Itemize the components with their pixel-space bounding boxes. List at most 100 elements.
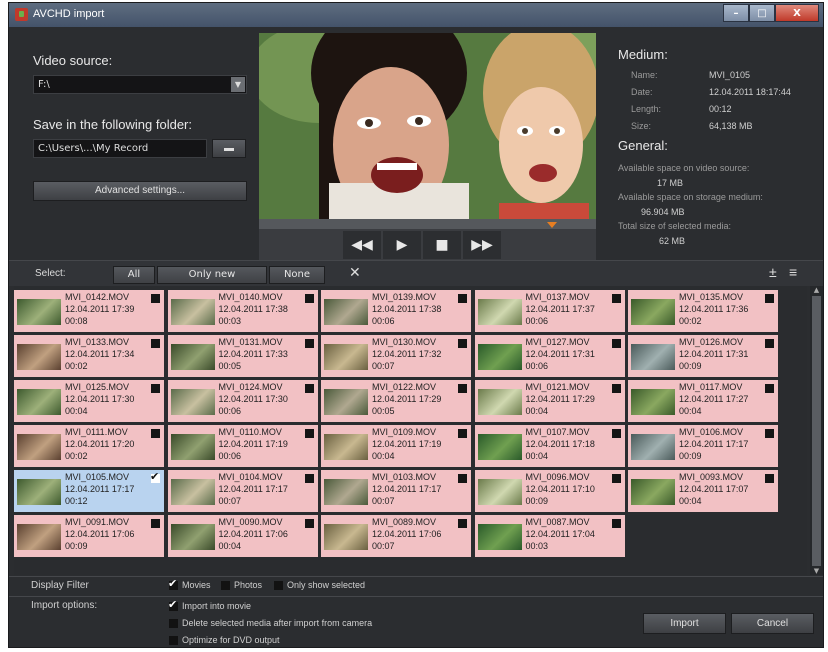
- forward-button[interactable]: ▶▶: [463, 231, 501, 259]
- clip-checkbox[interactable]: [611, 384, 621, 393]
- clip-card[interactable]: MVI_0103.MOV 12.04.2011 17:17 00:07: [321, 470, 471, 512]
- clip-checkbox[interactable]: [458, 519, 467, 528]
- play-button[interactable]: ▶: [383, 231, 421, 259]
- clip-checkbox[interactable]: [304, 384, 314, 393]
- stop-button[interactable]: ■: [423, 231, 461, 259]
- clip-card[interactable]: MVI_0137.MOV 12.04.2011 17:37 00:06: [474, 290, 625, 332]
- video-preview[interactable]: [259, 33, 596, 219]
- clip-checkbox[interactable]: [765, 429, 774, 438]
- scroll-thumb[interactable]: [812, 296, 821, 566]
- clip-checkbox[interactable]: [151, 384, 160, 393]
- checkbox-icon: [221, 581, 230, 591]
- clip-card[interactable]: MVI_0126.MOV 12.04.2011 17:31 00:09: [628, 335, 778, 377]
- clip-checkbox[interactable]: [765, 339, 774, 348]
- save-folder-field[interactable]: C:\Users\...\My Record: [33, 139, 207, 158]
- clip-checkbox[interactable]: [611, 429, 621, 438]
- clip-checkbox[interactable]: [304, 474, 314, 483]
- clip-card[interactable]: MVI_0117.MOV 12.04.2011 17:27 00:04: [628, 380, 778, 422]
- clip-card[interactable]: MVI_0087.MOV 12.04.2011 17:04 00:03: [474, 515, 625, 557]
- clip-date: 12.04.2011 17:18: [525, 439, 595, 449]
- clip-checkbox[interactable]: [765, 384, 774, 393]
- clip-card[interactable]: MVI_0142.MOV 12.04.2011 17:39 00:08: [14, 290, 164, 332]
- clip-card[interactable]: MVI_0139.MOV 12.04.2011 17:38 00:06: [321, 290, 471, 332]
- timeline-bar[interactable]: [259, 219, 596, 229]
- filter-movies-checkbox[interactable]: Movies: [168, 577, 211, 591]
- clip-checkbox[interactable]: [458, 384, 467, 393]
- clip-card[interactable]: MVI_0124.MOV 12.04.2011 17:30 00:06: [167, 380, 318, 422]
- cancel-button[interactable]: Cancel: [731, 613, 814, 634]
- clip-card[interactable]: MVI_0110.MOV 12.04.2011 17:19 00:06: [167, 425, 318, 467]
- advanced-settings-button[interactable]: Advanced settings...: [33, 181, 247, 201]
- add-remove-icon[interactable]: ±: [769, 264, 777, 280]
- clip-duration: 00:09: [65, 541, 88, 551]
- scroll-up-icon[interactable]: ▲: [812, 286, 821, 294]
- clip-checkbox[interactable]: [765, 294, 774, 303]
- clip-card[interactable]: MVI_0127.MOV 12.04.2011 17:31 00:06: [474, 335, 625, 377]
- close-button[interactable]: X: [775, 4, 819, 22]
- clip-checkbox[interactable]: [458, 474, 467, 483]
- filter-photos-checkbox[interactable]: Photos: [221, 580, 262, 591]
- playhead-marker[interactable]: [547, 222, 558, 228]
- clip-date: 12.04.2011 17:38: [218, 304, 288, 314]
- rewind-button[interactable]: ◀◀: [343, 231, 381, 259]
- clip-checkbox[interactable]: [611, 339, 621, 348]
- import-button[interactable]: Import: [643, 613, 726, 634]
- clip-card[interactable]: MVI_0122.MOV 12.04.2011 17:29 00:05: [321, 380, 471, 422]
- clip-checkbox[interactable]: [151, 519, 160, 528]
- clip-checkbox[interactable]: [611, 474, 621, 483]
- clip-card[interactable]: MVI_0091.MOV 12.04.2011 17:06 00:09: [14, 515, 164, 557]
- clip-card[interactable]: MVI_0140.MOV 12.04.2011 17:38 00:03: [167, 290, 318, 332]
- clip-checkbox[interactable]: [151, 294, 160, 303]
- clip-thumbnail: [17, 299, 61, 325]
- clip-card[interactable]: MVI_0135.MOV 12.04.2011 17:36 00:02: [628, 290, 778, 332]
- clip-card[interactable]: MVI_0121.MOV 12.04.2011 17:29 00:04: [474, 380, 625, 422]
- clip-card[interactable]: MVI_0130.MOV 12.04.2011 17:32 00:07: [321, 335, 471, 377]
- clip-checkbox[interactable]: [304, 519, 314, 528]
- filter-only-selected-checkbox[interactable]: Only show selected: [274, 580, 365, 591]
- import-into-movie-checkbox[interactable]: Import into movie: [168, 598, 251, 612]
- clip-card[interactable]: MVI_0089.MOV 12.04.2011 17:06 00:07: [321, 515, 471, 557]
- clip-card[interactable]: MVI_0131.MOV 12.04.2011 17:33 00:05: [167, 335, 318, 377]
- clip-card[interactable]: MVI_0093.MOV 12.04.2011 17:07 00:04: [628, 470, 778, 512]
- clip-checkbox[interactable]: [304, 294, 314, 303]
- select-all-button[interactable]: All: [113, 266, 155, 284]
- clip-card[interactable]: MVI_0090.MOV 12.04.2011 17:06 00:04: [167, 515, 318, 557]
- clip-checkbox[interactable]: [304, 339, 314, 348]
- clear-selection-icon[interactable]: ✕: [349, 264, 361, 281]
- clip-card[interactable]: MVI_0107.MOV 12.04.2011 17:18 00:04: [474, 425, 625, 467]
- delete-after-import-checkbox[interactable]: Delete selected media after import from …: [169, 618, 372, 629]
- clip-card[interactable]: MVI_0096.MOV 12.04.2011 17:10 00:09: [474, 470, 625, 512]
- clip-card[interactable]: MVI_0111.MOV 12.04.2011 17:20 00:02: [14, 425, 164, 467]
- clip-checkbox[interactable]: [458, 294, 467, 303]
- clip-card[interactable]: MVI_0133.MOV 12.04.2011 17:34 00:02: [14, 335, 164, 377]
- clip-checkbox[interactable]: [611, 294, 621, 303]
- scroll-down-icon[interactable]: ▼: [812, 567, 821, 575]
- clip-card[interactable]: MVI_0109.MOV 12.04.2011 17:19 00:04: [321, 425, 471, 467]
- clip-checkbox[interactable]: [304, 429, 314, 438]
- clip-checkbox[interactable]: [151, 429, 160, 438]
- vertical-scrollbar[interactable]: ▲ ▼: [810, 286, 823, 575]
- browse-folder-button[interactable]: ▬: [212, 139, 246, 158]
- select-only-new-button[interactable]: Only new: [157, 266, 267, 284]
- clip-card[interactable]: MVI_0105.MOV 12.04.2011 17:17 00:12: [14, 470, 164, 512]
- total-selected-value: 62 MB: [659, 236, 686, 246]
- video-source-dropdown[interactable]: F:\ ▼: [33, 75, 247, 94]
- minimize-button[interactable]: –: [723, 4, 749, 22]
- clip-checkbox[interactable]: [150, 470, 160, 483]
- chevron-down-icon[interactable]: ▼: [231, 77, 245, 92]
- clip-card[interactable]: MVI_0104.MOV 12.04.2011 17:17 00:07: [167, 470, 318, 512]
- select-none-button[interactable]: None: [269, 266, 325, 284]
- clip-checkbox[interactable]: [458, 339, 467, 348]
- clip-name: MVI_0109.MOV: [372, 427, 437, 437]
- clip-thumbnail: [170, 344, 215, 370]
- view-mode-icon[interactable]: ≡: [789, 264, 797, 280]
- optimize-dvd-checkbox[interactable]: Optimize for DVD output: [169, 635, 280, 646]
- clip-checkbox[interactable]: [458, 429, 467, 438]
- date-value: 12.04.2011 18:17:44: [709, 87, 791, 97]
- clip-checkbox[interactable]: [151, 339, 160, 348]
- clip-checkbox[interactable]: [765, 474, 774, 483]
- clip-checkbox[interactable]: [611, 519, 621, 528]
- clip-card[interactable]: MVI_0106.MOV 12.04.2011 17:17 00:09: [628, 425, 778, 467]
- clip-card[interactable]: MVI_0125.MOV 12.04.2011 17:30 00:04: [14, 380, 164, 422]
- maximize-button[interactable]: □: [749, 4, 775, 22]
